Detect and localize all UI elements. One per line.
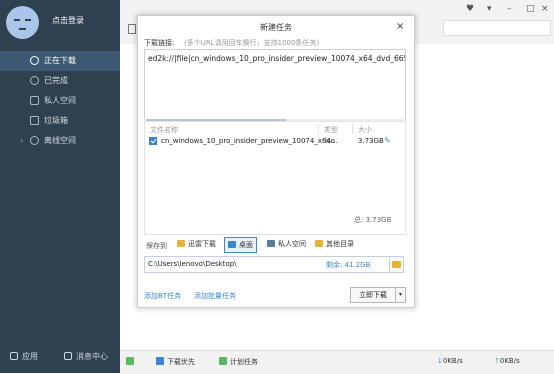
- sidebar-item-private-space[interactable]: 私人空间: [0, 91, 120, 111]
- download-speed: ↓0KB/s: [437, 357, 463, 365]
- column-header-type[interactable]: 类型: [324, 125, 338, 135]
- avatar-eye: [25, 19, 31, 21]
- url-textarea[interactable]: ed2k://|file|cn_windows_10_pro_insider_p…: [144, 49, 406, 122]
- menu-icon[interactable]: ▾: [487, 4, 492, 14]
- save-path-value: C:\Users\lenovo\Desktop\: [148, 260, 237, 268]
- column-header-size[interactable]: 大小: [358, 125, 372, 135]
- apps-button[interactable]: 应用: [10, 351, 38, 362]
- column-divider: [318, 124, 319, 134]
- sidebar-item-completed[interactable]: 已完成: [0, 71, 120, 91]
- message-center-label: 消息中心: [76, 352, 108, 361]
- sidebar-item-label: 离线空间: [44, 136, 76, 145]
- close-icon[interactable]: ×: [541, 4, 549, 14]
- location-other[interactable]: 其他目录: [312, 237, 357, 251]
- chevron-right-icon[interactable]: ›: [20, 131, 23, 151]
- sidebar-item-offline-space[interactable]: › 离线空间: [0, 131, 120, 151]
- sidebar-item-label: 正在下载: [44, 56, 76, 65]
- message-icon: [64, 352, 72, 360]
- sidebar-item-downloading[interactable]: 正在下载: [0, 51, 120, 71]
- folder-icon: [177, 240, 185, 247]
- url-text: ed2k://|file|cn_windows_10_pro_insider_p…: [148, 54, 405, 63]
- total-size: 总: 3.73GB: [354, 216, 392, 224]
- edit-icon[interactable]: ✎: [384, 136, 391, 145]
- upload-speed: ↑0KB/s: [494, 357, 520, 365]
- location-label: 桌面: [239, 241, 253, 249]
- search-input[interactable]: [443, 20, 551, 36]
- scheduled-tasks-label: 计划任务: [230, 358, 258, 366]
- location-label: 迅雷下载: [188, 240, 216, 248]
- dialog-close-icon[interactable]: ×: [396, 21, 404, 32]
- file-size: 3.73GB: [358, 137, 384, 145]
- skin-icon[interactable]: ♥: [466, 4, 474, 14]
- remaining-space: 剩余: 41.2GB: [326, 261, 371, 269]
- avatar-mouth: [19, 28, 26, 30]
- upload-speed-value: 0KB/s: [499, 357, 520, 365]
- location-label: 私人空间: [278, 240, 306, 248]
- apps-label: 应用: [22, 352, 38, 361]
- desktop-icon: [228, 241, 236, 248]
- download-now-button[interactable]: 立即下载: [350, 287, 396, 303]
- minimize-icon[interactable]: –: [507, 4, 512, 14]
- apps-icon: [10, 352, 18, 360]
- file-name: cn_windows_10_pro_insider_preview_10074_…: [161, 137, 338, 145]
- check-icon: [30, 76, 39, 85]
- folder-icon: [315, 240, 323, 247]
- avatar[interactable]: [6, 6, 39, 39]
- sidebar-item-label: 垃圾箱: [44, 116, 68, 125]
- priority-icon: [156, 357, 164, 365]
- arrow-left-icon: [126, 357, 134, 365]
- new-task-icon[interactable]: [128, 24, 136, 34]
- column-header-name[interactable]: 文件名称: [150, 125, 178, 135]
- sidebar-item-label: 已完成: [44, 76, 68, 85]
- download-link-hint: (多个URL请用回车换行，支持1000条任务): [184, 39, 320, 47]
- sidebar-item-label: 私人空间: [44, 96, 76, 105]
- location-desktop[interactable]: 桌面: [224, 237, 257, 253]
- location-private-space[interactable]: 私人空间: [264, 237, 309, 251]
- add-batch-task-link[interactable]: 添加批量任务: [194, 291, 236, 301]
- file-type: iso: [325, 137, 335, 145]
- folder-icon: [392, 261, 401, 268]
- avatar-eye: [14, 19, 20, 21]
- download-link-label: 下载链接:: [144, 39, 175, 47]
- browse-folder-button[interactable]: [389, 256, 404, 273]
- login-link[interactable]: 点击登录: [52, 15, 84, 26]
- download-priority-button[interactable]: 下载优先: [156, 357, 195, 367]
- sidebar-item-trash[interactable]: 垃圾箱: [0, 111, 120, 131]
- location-xunlei-download[interactable]: 迅雷下载: [174, 237, 219, 251]
- new-task-dialog: 新建任务 × 下载链接: (多个URL请用回车换行，支持1000条任务) ed2…: [137, 15, 415, 308]
- location-label: 其他目录: [326, 240, 354, 248]
- add-bt-task-link[interactable]: 添加BT任务: [144, 291, 181, 301]
- calendar-icon: [219, 357, 227, 365]
- lock-icon: [30, 96, 39, 105]
- file-checkbox[interactable]: [149, 137, 157, 145]
- maximize-icon[interactable]: □: [526, 4, 535, 14]
- download-options-dropdown[interactable]: ▾: [395, 287, 406, 303]
- scheduled-tasks-button[interactable]: 计划任务: [219, 357, 258, 367]
- trash-icon: [30, 116, 39, 125]
- save-to-label: 保存到: [146, 242, 167, 250]
- download-priority-label: 下载优先: [167, 358, 195, 366]
- lock-icon: [267, 240, 275, 247]
- statusbar-left-button[interactable]: [126, 357, 137, 366]
- column-divider: [352, 124, 353, 134]
- dialog-title: 新建任务: [260, 23, 292, 32]
- download-icon: [30, 56, 39, 65]
- download-speed-value: 0KB/s: [442, 357, 463, 365]
- message-center-button[interactable]: 消息中心: [64, 351, 108, 362]
- cloud-icon: [30, 136, 39, 145]
